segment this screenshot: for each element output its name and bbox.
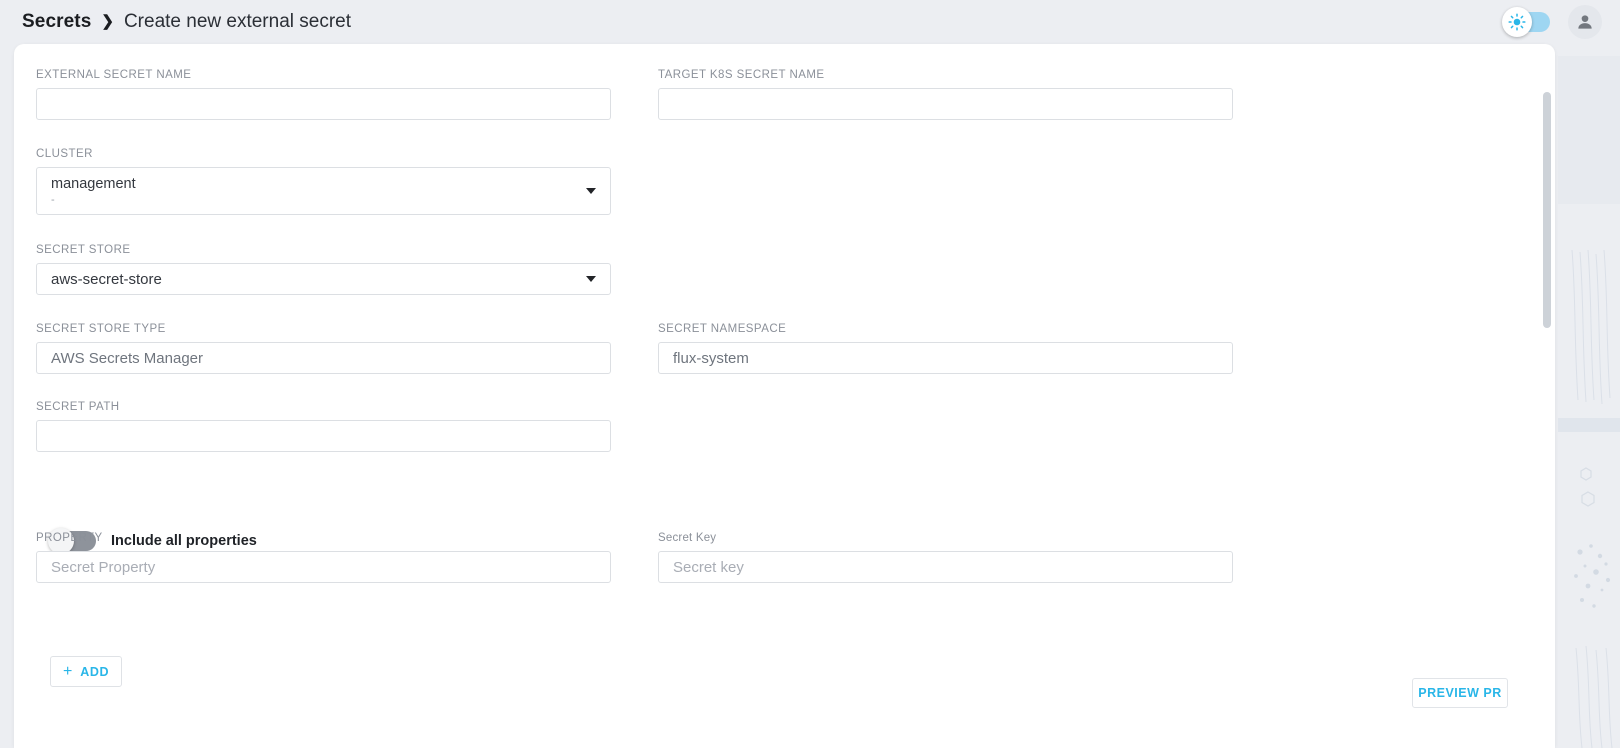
user-avatar[interactable] <box>1568 5 1602 39</box>
input-external-secret-name[interactable] <box>36 88 611 120</box>
field-cluster: CLUSTER management - <box>36 148 611 215</box>
breadcrumb-current-page: Create new external secret <box>123 11 352 32</box>
plus-icon: + <box>62 662 73 680</box>
theme-toggle-knob <box>1502 7 1532 37</box>
select-cluster-value: management <box>51 175 136 192</box>
chevron-down-icon <box>586 276 596 282</box>
select-secret-store-value: aws-secret-store <box>51 270 162 288</box>
field-secret-key: Secret Key Secret key <box>658 532 1233 583</box>
input-secret-store-type: AWS Secrets Manager <box>36 342 611 374</box>
theme-mode-toggle[interactable] <box>1502 7 1550 37</box>
field-secret-store-type: SECRET STORE TYPE AWS Secrets Manager <box>36 323 611 374</box>
vertical-scrollbar-thumb[interactable] <box>1543 92 1551 328</box>
label-external-secret-name: EXTERNAL SECRET NAME <box>36 69 192 81</box>
select-secret-store[interactable]: aws-secret-store <box>36 263 611 295</box>
select-secret-store-text: aws-secret-store <box>51 271 162 288</box>
input-property[interactable]: Secret Property <box>36 551 611 583</box>
input-secret-namespace: flux-system <box>658 342 1233 374</box>
top-bar-actions <box>1502 5 1602 39</box>
external-secret-form: EXTERNAL SECRET NAME TARGET K8s SECRET N… <box>14 44 1555 748</box>
background-decoration <box>1558 0 1620 748</box>
breadcrumb-link-secrets[interactable]: Secrets <box>22 11 91 33</box>
label-cluster: CLUSTER <box>36 148 93 160</box>
field-secret-namespace: SECRET NAMESPACE flux-system <box>658 323 1233 374</box>
label-secret-path: SECRET PATH <box>36 401 120 413</box>
chevron-down-icon <box>586 188 596 194</box>
label-property: PROPERTY <box>36 532 103 544</box>
breadcrumb: Secrets ❯ Create new external secret <box>22 11 351 33</box>
label-secret-namespace: SECRET NAMESPACE <box>658 323 787 335</box>
label-target-k8s-secret-name: TARGET K8s SECRET NAME <box>658 69 825 81</box>
add-button-label: ADD <box>80 664 110 679</box>
chevron-right-icon: ❯ <box>101 12 114 30</box>
label-secret-store: SECRET STORE <box>36 244 131 256</box>
user-avatar-icon <box>1578 15 1592 29</box>
label-secret-store-type: SECRET STORE TYPE <box>36 323 166 335</box>
field-secret-store: SECRET STORE aws-secret-store <box>36 244 611 295</box>
preview-pr-button[interactable]: PREVIEW PR <box>1412 678 1508 708</box>
select-cluster-subtitle: - <box>51 193 55 206</box>
create-external-secret-card: EXTERNAL SECRET NAME TARGET K8s SECRET N… <box>14 44 1555 748</box>
field-property: PROPERTY Secret Property <box>36 532 611 583</box>
field-external-secret-name: EXTERNAL SECRET NAME <box>36 69 611 120</box>
label-secret-key: Secret Key <box>658 532 717 544</box>
sun-icon <box>1508 13 1526 31</box>
field-target-k8s-secret-name: TARGET K8s SECRET NAME <box>658 69 1233 120</box>
add-property-button[interactable]: + ADD <box>50 656 122 687</box>
vertical-scrollbar-track[interactable] <box>1543 92 1551 748</box>
select-cluster-text: management - <box>51 176 136 207</box>
input-secret-key[interactable]: Secret key <box>658 551 1233 583</box>
select-cluster[interactable]: management - <box>36 167 611 215</box>
top-bar: Secrets ❯ Create new external secret <box>0 0 1620 44</box>
input-secret-path[interactable] <box>36 420 611 452</box>
input-target-k8s-secret-name[interactable] <box>658 88 1233 120</box>
preview-pr-button-label: PREVIEW PR <box>1418 686 1502 700</box>
field-secret-path: SECRET PATH <box>36 401 611 452</box>
app-root: Secrets ❯ Create new external secret EXT… <box>0 0 1620 748</box>
